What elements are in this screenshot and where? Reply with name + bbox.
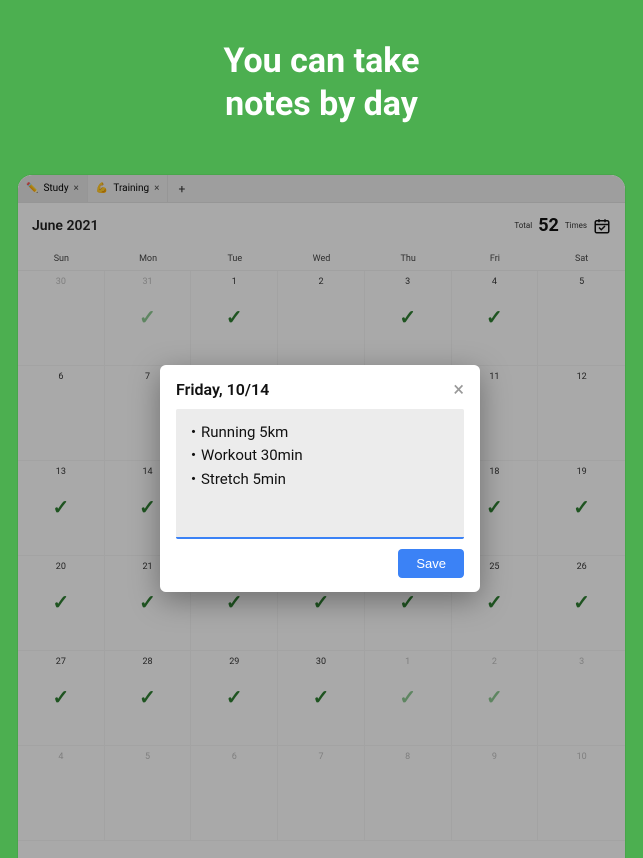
headline-line: notes by day (225, 84, 418, 124)
note-textarea[interactable]: ・Running 5km ・Workout 30min ・Stretch 5mi… (176, 409, 464, 539)
promo-headline: You can take notes by day (0, 0, 643, 155)
note-modal: Friday, 10/14 × ・Running 5km ・Workout 30… (160, 365, 480, 592)
close-icon[interactable]: × (453, 379, 464, 399)
modal-title: Friday, 10/14 (176, 380, 269, 399)
save-button[interactable]: Save (398, 549, 464, 578)
headline-line: You can take (224, 41, 420, 81)
